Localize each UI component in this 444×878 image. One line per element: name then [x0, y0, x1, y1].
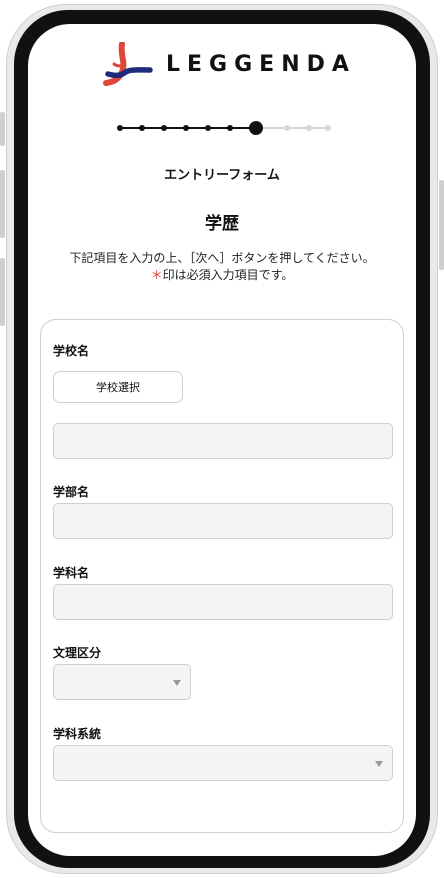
required-mark: ＊	[150, 268, 163, 282]
faculty-field[interactable]	[53, 503, 393, 539]
form-title: エントリーフォーム	[164, 168, 280, 183]
faculty-label: 学部名	[53, 485, 90, 499]
logo-text: LEGGENDA	[166, 51, 356, 77]
dropdown-arrow-icon	[375, 761, 383, 767]
step-dot-2	[139, 125, 145, 131]
step-dot-10	[306, 125, 312, 131]
stepper-line-remaining	[256, 127, 328, 129]
logo-mark-icon	[103, 42, 153, 86]
step-dot-3	[161, 125, 167, 131]
department-field[interactable]	[53, 584, 393, 620]
phone-side-button-left-3	[0, 258, 5, 326]
school-name-field[interactable]	[53, 423, 393, 459]
instruction-line-2: ＊印は必須入力項目です。	[28, 267, 416, 284]
step-dot-1	[117, 125, 123, 131]
section-title: 学歴	[205, 214, 239, 234]
dropdown-arrow-icon	[173, 680, 181, 686]
step-dot-5	[205, 125, 211, 131]
step-dot-8-current	[249, 121, 263, 135]
track-label: 文理区分	[53, 646, 102, 660]
school-select-button[interactable]: 学校選択	[53, 371, 183, 403]
instruction-line-1: 下記項目を入力の上、［次へ］ボタンを押してください。	[69, 251, 375, 265]
screen: LEGGENDA エントリーフォーム 学歴 下記項目を入力の上、［次へ］ボタンを…	[28, 24, 416, 856]
instruction-text: 下記項目を入力の上、［次へ］ボタンを押してください。 ＊印は必須入力項目です。	[28, 250, 416, 284]
major-category-select[interactable]	[53, 745, 393, 781]
school-label: 学校名	[53, 344, 90, 358]
education-form-card: 学校名 学校選択 学部名 学科名 文理区分 学科系統	[40, 319, 404, 833]
phone-side-button-right	[439, 180, 444, 270]
phone-side-button-left-2	[0, 170, 5, 238]
progress-stepper	[117, 120, 331, 136]
phone-side-button-left-1	[0, 112, 5, 146]
department-label: 学科名	[53, 566, 90, 580]
step-dot-4	[183, 125, 189, 131]
step-dot-11	[325, 125, 331, 131]
step-dot-6	[227, 125, 233, 131]
step-dot-9	[284, 125, 290, 131]
track-select[interactable]	[53, 664, 191, 700]
major-category-label: 学科系統	[53, 727, 102, 741]
required-note: 印は必須入力項目です。	[162, 268, 294, 282]
leggenda-logo: LEGGENDA	[100, 40, 356, 88]
